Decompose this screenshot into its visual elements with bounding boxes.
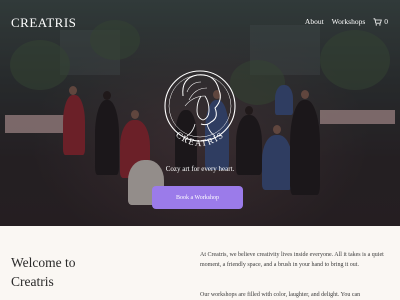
nav-link-workshops[interactable]: Workshops [332, 17, 366, 26]
intro-paragraph: At Creatris, we believe creativity lives… [200, 252, 384, 268]
cart-button[interactable]: 0 [373, 17, 388, 26]
emblem-wordmark: CREATRIS [174, 129, 226, 148]
intro-paragraph-2: Our workshops are filled with color, lau… [200, 292, 361, 298]
creatris-emblem: CREATRIS [164, 70, 236, 148]
book-workshop-button[interactable]: Book a Workshop [152, 186, 243, 209]
cart-count: 0 [384, 17, 388, 26]
hero-tagline: Cozy art for every heart. [165, 165, 235, 173]
main-nav: About Workshops 0 [305, 17, 388, 26]
welcome-heading: Welcome to Creatris [11, 253, 76, 291]
hero-section: CREATRIS About Workshops 0 CREATRIS Cozy… [0, 0, 400, 226]
cart-icon [373, 17, 383, 26]
brand-logo[interactable]: CREATRIS [11, 15, 76, 31]
nav-link-about[interactable]: About [305, 17, 324, 26]
welcome-title-line2: Creatris [11, 274, 54, 289]
welcome-title-line1: Welcome to [11, 255, 76, 270]
